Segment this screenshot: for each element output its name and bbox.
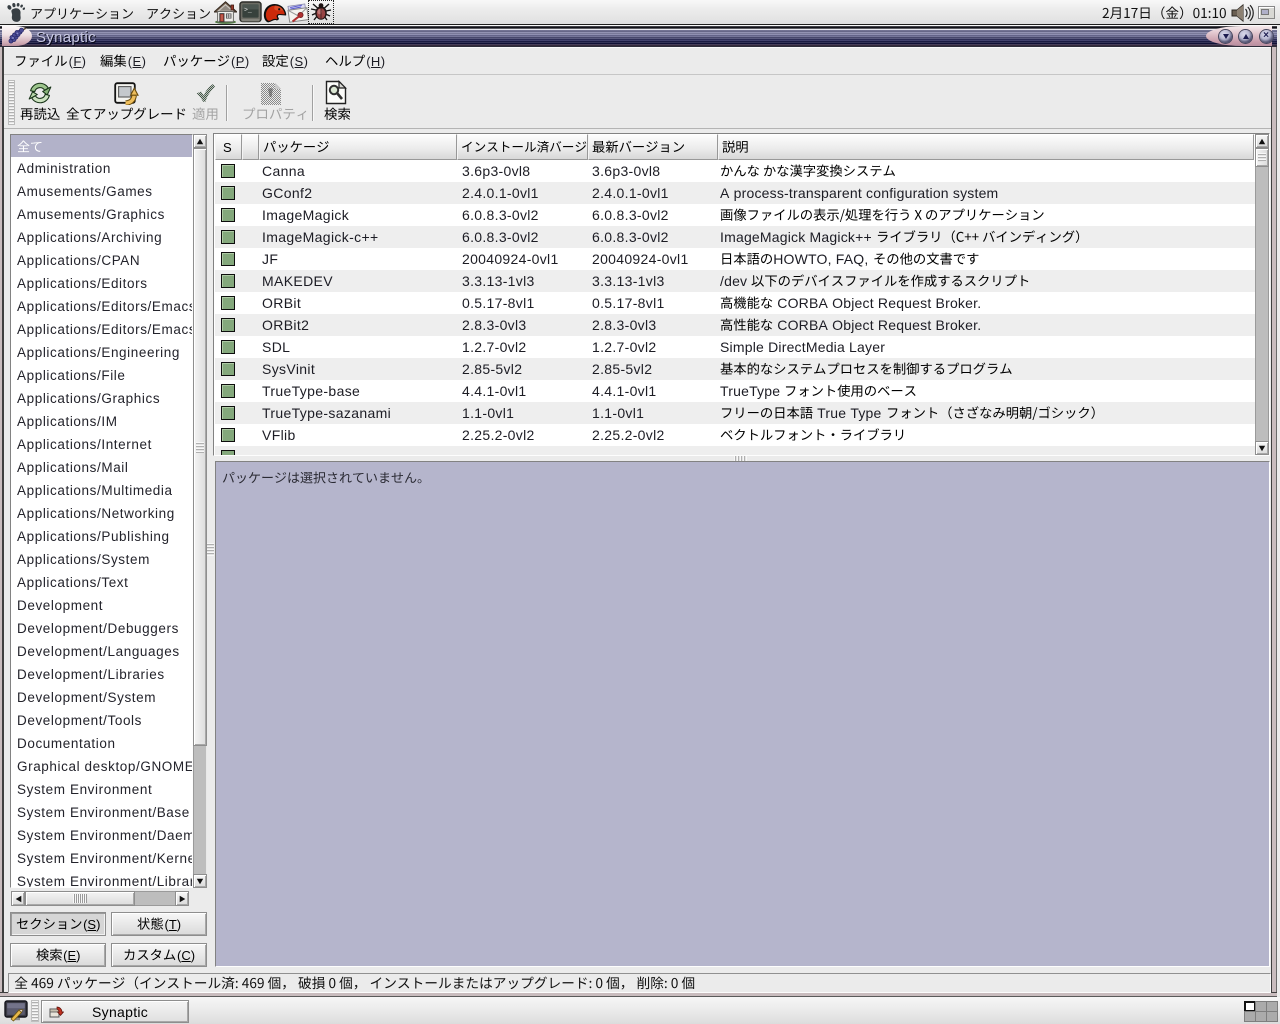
svg-text:>_: >_ (244, 7, 252, 14)
